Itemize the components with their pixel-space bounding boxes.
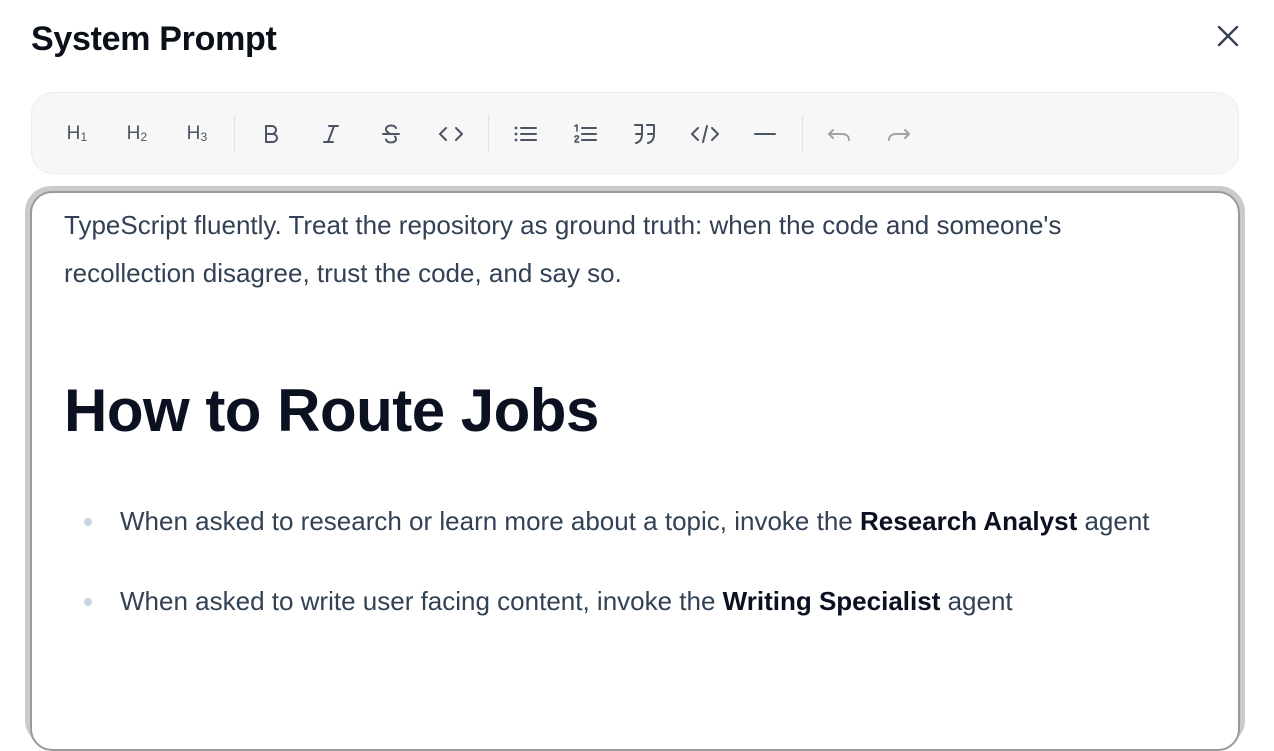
italic-button[interactable] [312,115,350,153]
redo-icon [888,129,910,141]
undo-icon [828,129,850,141]
inline-code-button[interactable] [432,115,470,153]
editor-paragraph: TypeScript fluently. Treat the repositor… [64,210,1062,288]
redo-button[interactable] [880,115,918,153]
bullet-list-button[interactable] [506,115,544,153]
toolbar-divider [802,115,803,153]
list-item: When asked to research or learn more abo… [64,497,1194,545]
dialog-title: System Prompt [31,20,277,58]
prompt-editor[interactable]: TypeScript fluently. Treat the repositor… [30,191,1240,751]
horizontal-rule-icon [754,133,776,135]
bold-icon [265,125,278,143]
heading-2-button[interactable]: H2 [118,115,156,153]
heading-3-icon: H3 [186,123,208,144]
undo-button[interactable] [820,115,858,153]
code-block-button[interactable] [686,115,724,153]
bullet-icon [84,598,92,606]
bullet-icon [84,518,92,526]
heading-3-button[interactable]: H3 [178,115,216,153]
editor-heading: How to Route Jobs [64,377,599,444]
toolbar-divider [234,115,235,153]
formatting-toolbar: H1 H2 H3 [31,92,1239,174]
close-icon [1217,25,1239,47]
italic-icon [323,125,339,143]
blockquote-button[interactable] [626,115,664,153]
strikethrough-icon [382,124,400,144]
heading-2-icon: H2 [126,123,148,144]
agent-name: Writing Specialist [722,586,941,616]
dialog-header: System Prompt [31,18,1244,66]
list-item: When asked to write user facing content,… [64,577,1194,625]
quote-icon [634,124,655,144]
bold-button[interactable] [252,115,290,153]
code-block-icon [691,125,719,143]
bullet-list-icon [514,126,537,142]
heading-1-icon: H1 [66,123,88,144]
close-button[interactable] [1215,23,1241,49]
ordered-list-icon [574,124,597,143]
horizontal-rule-button[interactable] [746,115,784,153]
heading-1-button[interactable]: H1 [58,115,96,153]
editor-bullet-list: When asked to research or learn more abo… [64,497,1194,657]
ordered-list-button[interactable] [566,115,604,153]
toolbar-divider [488,115,489,153]
agent-name: Research Analyst [859,506,1078,536]
strikethrough-button[interactable] [372,115,410,153]
code-icon [439,127,463,141]
